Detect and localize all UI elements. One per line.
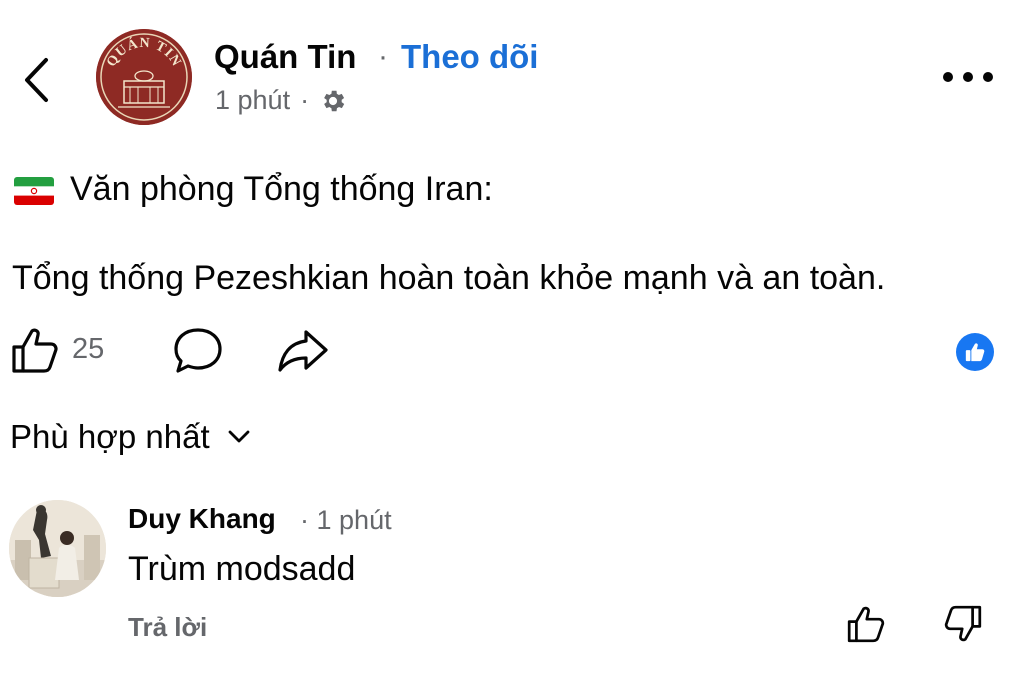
comment-dislike-button[interactable] [943, 604, 987, 648]
meta-separator: · [300, 85, 310, 115]
share-arrow-icon [278, 330, 328, 372]
commenter-avatar[interactable] [9, 500, 106, 597]
follow-button[interactable]: Theo dõi [401, 38, 538, 76]
post-time[interactable]: 1 phút [215, 85, 290, 116]
share-button[interactable] [276, 326, 330, 374]
reaction-thumb [965, 343, 985, 362]
page-name[interactable]: Quán Tin [214, 38, 356, 76]
back-button[interactable] [20, 55, 54, 105]
thumbs-up-icon [12, 328, 58, 373]
comment-separator: · [300, 505, 309, 535]
comment-text: Trùm modsadd [128, 550, 356, 588]
post-text-line2: Tổng thống Pezeshkian hoàn toàn khỏe mạn… [12, 259, 886, 297]
comment-like-button[interactable] [846, 604, 890, 648]
thumbs-down-icon [944, 605, 982, 642]
avatar-photo [9, 500, 106, 597]
thumbs-up-icon [847, 606, 885, 643]
iran-flag-icon [14, 177, 54, 205]
page-logo: QUÁN TIN [96, 29, 192, 125]
gear-icon [324, 90, 345, 111]
comment-bubble-icon [174, 328, 222, 373]
more-horizontal-icon [943, 72, 953, 82]
commenter-name[interactable]: Duy Khang [128, 503, 276, 535]
like-count[interactable]: 25 [72, 333, 104, 366]
chevron-down-icon [228, 430, 250, 443]
chevron-left-icon [25, 58, 48, 102]
like-reaction-icon[interactable] [956, 333, 994, 371]
like-button[interactable] [10, 325, 60, 375]
comment-time: 1 phút [316, 505, 392, 535]
more-dot [963, 72, 973, 82]
page-avatar[interactable]: QUÁN TIN [96, 29, 192, 125]
post-meta: 1 phút · [215, 85, 347, 116]
more-options-button[interactable] [943, 62, 993, 92]
more-dot [983, 72, 993, 82]
sort-label: Phù hợp nhất [10, 418, 210, 455]
title-separator: · [378, 40, 388, 73]
reply-button[interactable]: Trả lời [128, 612, 207, 643]
post-text-line1: Văn phòng Tổng thống Iran: [70, 170, 493, 208]
comment-sort-dropdown[interactable]: Phù hợp nhất [10, 418, 250, 456]
comment-meta: · 1 phút [300, 505, 392, 536]
comment-button[interactable] [172, 326, 224, 374]
